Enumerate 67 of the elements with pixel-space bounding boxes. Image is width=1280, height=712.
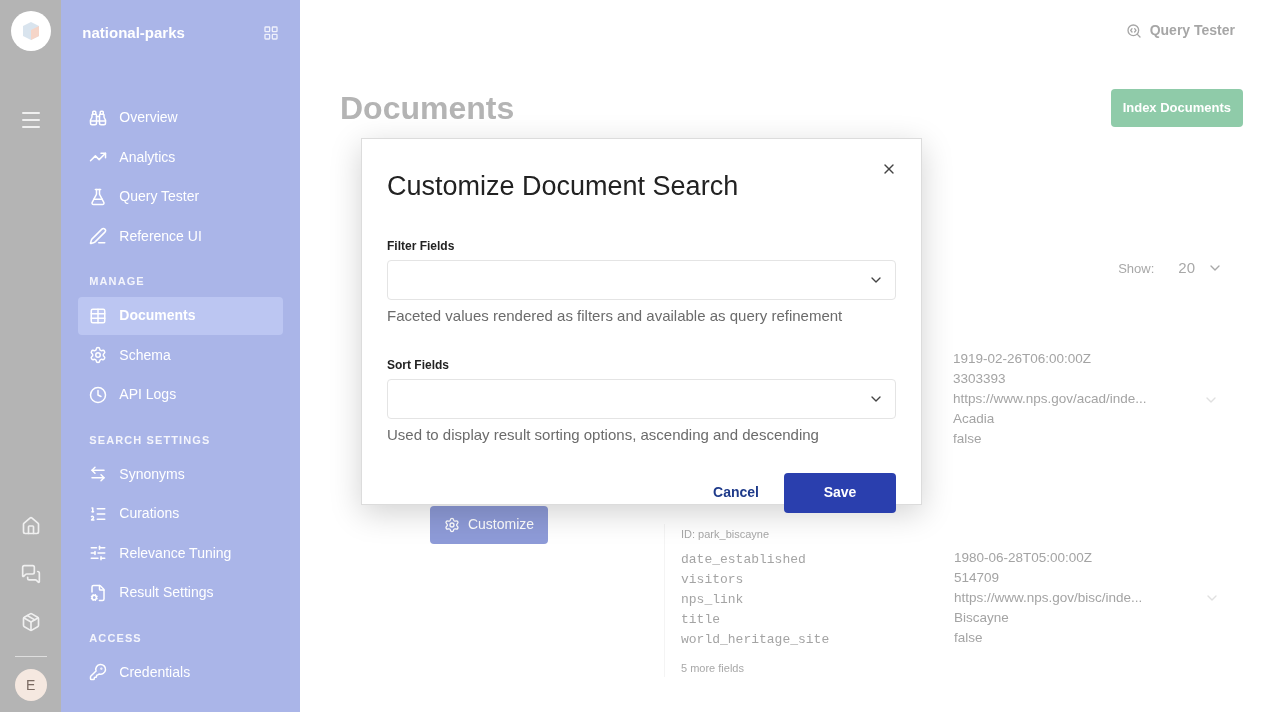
file-icon bbox=[89, 583, 108, 602]
section-heading: SEARCH SETTINGS bbox=[88, 432, 212, 448]
sliders-icon bbox=[89, 544, 108, 562]
field-value: false bbox=[953, 430, 983, 449]
sidebar-item[interactable]: Relevance Tuning bbox=[78, 534, 283, 572]
show-label: Show: bbox=[1118, 259, 1155, 278]
help-text: Used to display result sorting options, ascending and descending bbox=[387, 425, 820, 445]
gear-icon bbox=[89, 346, 108, 364]
sidebar-item[interactable]: Curations bbox=[78, 494, 283, 533]
sidebar-item[interactable]: Credentials bbox=[78, 653, 283, 691]
field-name: world_heritage_site bbox=[681, 632, 830, 647]
field-value: Acadia bbox=[953, 410, 996, 429]
field-value: Biscayne bbox=[954, 608, 1010, 627]
sidebar-item[interactable]: Synonyms bbox=[78, 455, 283, 493]
page-title: Documents bbox=[340, 89, 515, 128]
more-fields-link[interactable]: 5 more fields bbox=[681, 660, 1220, 677]
page-size-select[interactable]: 20 bbox=[1178, 257, 1223, 280]
section-heading: ACCESS bbox=[88, 630, 143, 646]
table-icon bbox=[89, 306, 108, 325]
document-id: ID: park_biscayne bbox=[681, 526, 771, 542]
sidebar-item[interactable]: Reference UI bbox=[78, 217, 283, 255]
help-text: Faceted values rendered as filters and available as query refinement bbox=[387, 305, 844, 326]
select-field[interactable] bbox=[387, 259, 896, 300]
user-avatar[interactable]: E bbox=[14, 669, 47, 701]
flask-icon bbox=[89, 187, 108, 206]
field-name: visitors bbox=[681, 572, 744, 587]
section-heading: MANAGE bbox=[88, 274, 146, 290]
pen-icon bbox=[89, 227, 108, 245]
binoculars-icon bbox=[89, 108, 108, 127]
select-field[interactable] bbox=[387, 379, 896, 419]
query-tester-link[interactable]: Query Tester bbox=[1125, 20, 1235, 41]
save-button[interactable]: Save bbox=[784, 472, 896, 513]
arrows-icon bbox=[89, 465, 108, 483]
key-icon bbox=[89, 663, 108, 681]
clock-icon bbox=[89, 385, 108, 404]
box-icon[interactable] bbox=[20, 612, 41, 632]
field-name: date_established bbox=[681, 552, 806, 567]
index-documents-button[interactable]: Index Documents bbox=[1110, 89, 1243, 127]
field-value: https://www.nps.gov/bisc/inde... bbox=[954, 588, 1144, 607]
modal-title: Customize Document Search bbox=[387, 170, 739, 203]
sidebar-item[interactable]: Analytics bbox=[78, 138, 283, 176]
sidebar-item[interactable]: Query Tester bbox=[78, 177, 283, 216]
sidebar-item[interactable]: Result Settings bbox=[78, 573, 283, 612]
field-label: Sort Fields bbox=[387, 357, 450, 374]
sidebar-item[interactable]: Overview bbox=[78, 98, 283, 137]
sidebar-item[interactable]: Documents bbox=[78, 296, 283, 335]
field-label: Filter Fields bbox=[387, 237, 456, 255]
search-icon bbox=[1125, 22, 1142, 39]
project-name: national-parks bbox=[82, 23, 185, 43]
chat-icon[interactable] bbox=[20, 564, 41, 584]
field-name: title bbox=[681, 612, 720, 627]
field-value: 1980-06-28T05:00:00Z bbox=[954, 548, 1094, 567]
customize-button[interactable]: Customize bbox=[430, 505, 548, 544]
field-value: https://www.nps.gov/acad/inde... bbox=[953, 390, 1148, 409]
sidebar-item[interactable]: Schema bbox=[78, 336, 283, 374]
field-value: 3303393 bbox=[953, 370, 1007, 389]
field-name: nps_link bbox=[681, 592, 744, 607]
field-value: false bbox=[954, 628, 984, 647]
grid-icon[interactable] bbox=[263, 25, 279, 42]
sidebar-item[interactable]: API Logs bbox=[78, 375, 283, 414]
field-value: 1919-02-26T06:00:00Z bbox=[953, 350, 1093, 369]
list-icon bbox=[89, 504, 108, 523]
home-icon[interactable] bbox=[20, 516, 41, 536]
logo-icon bbox=[10, 11, 51, 51]
field-value: 514709 bbox=[954, 568, 1001, 587]
gear-icon bbox=[443, 516, 460, 533]
cancel-button[interactable]: Cancel bbox=[713, 482, 759, 503]
